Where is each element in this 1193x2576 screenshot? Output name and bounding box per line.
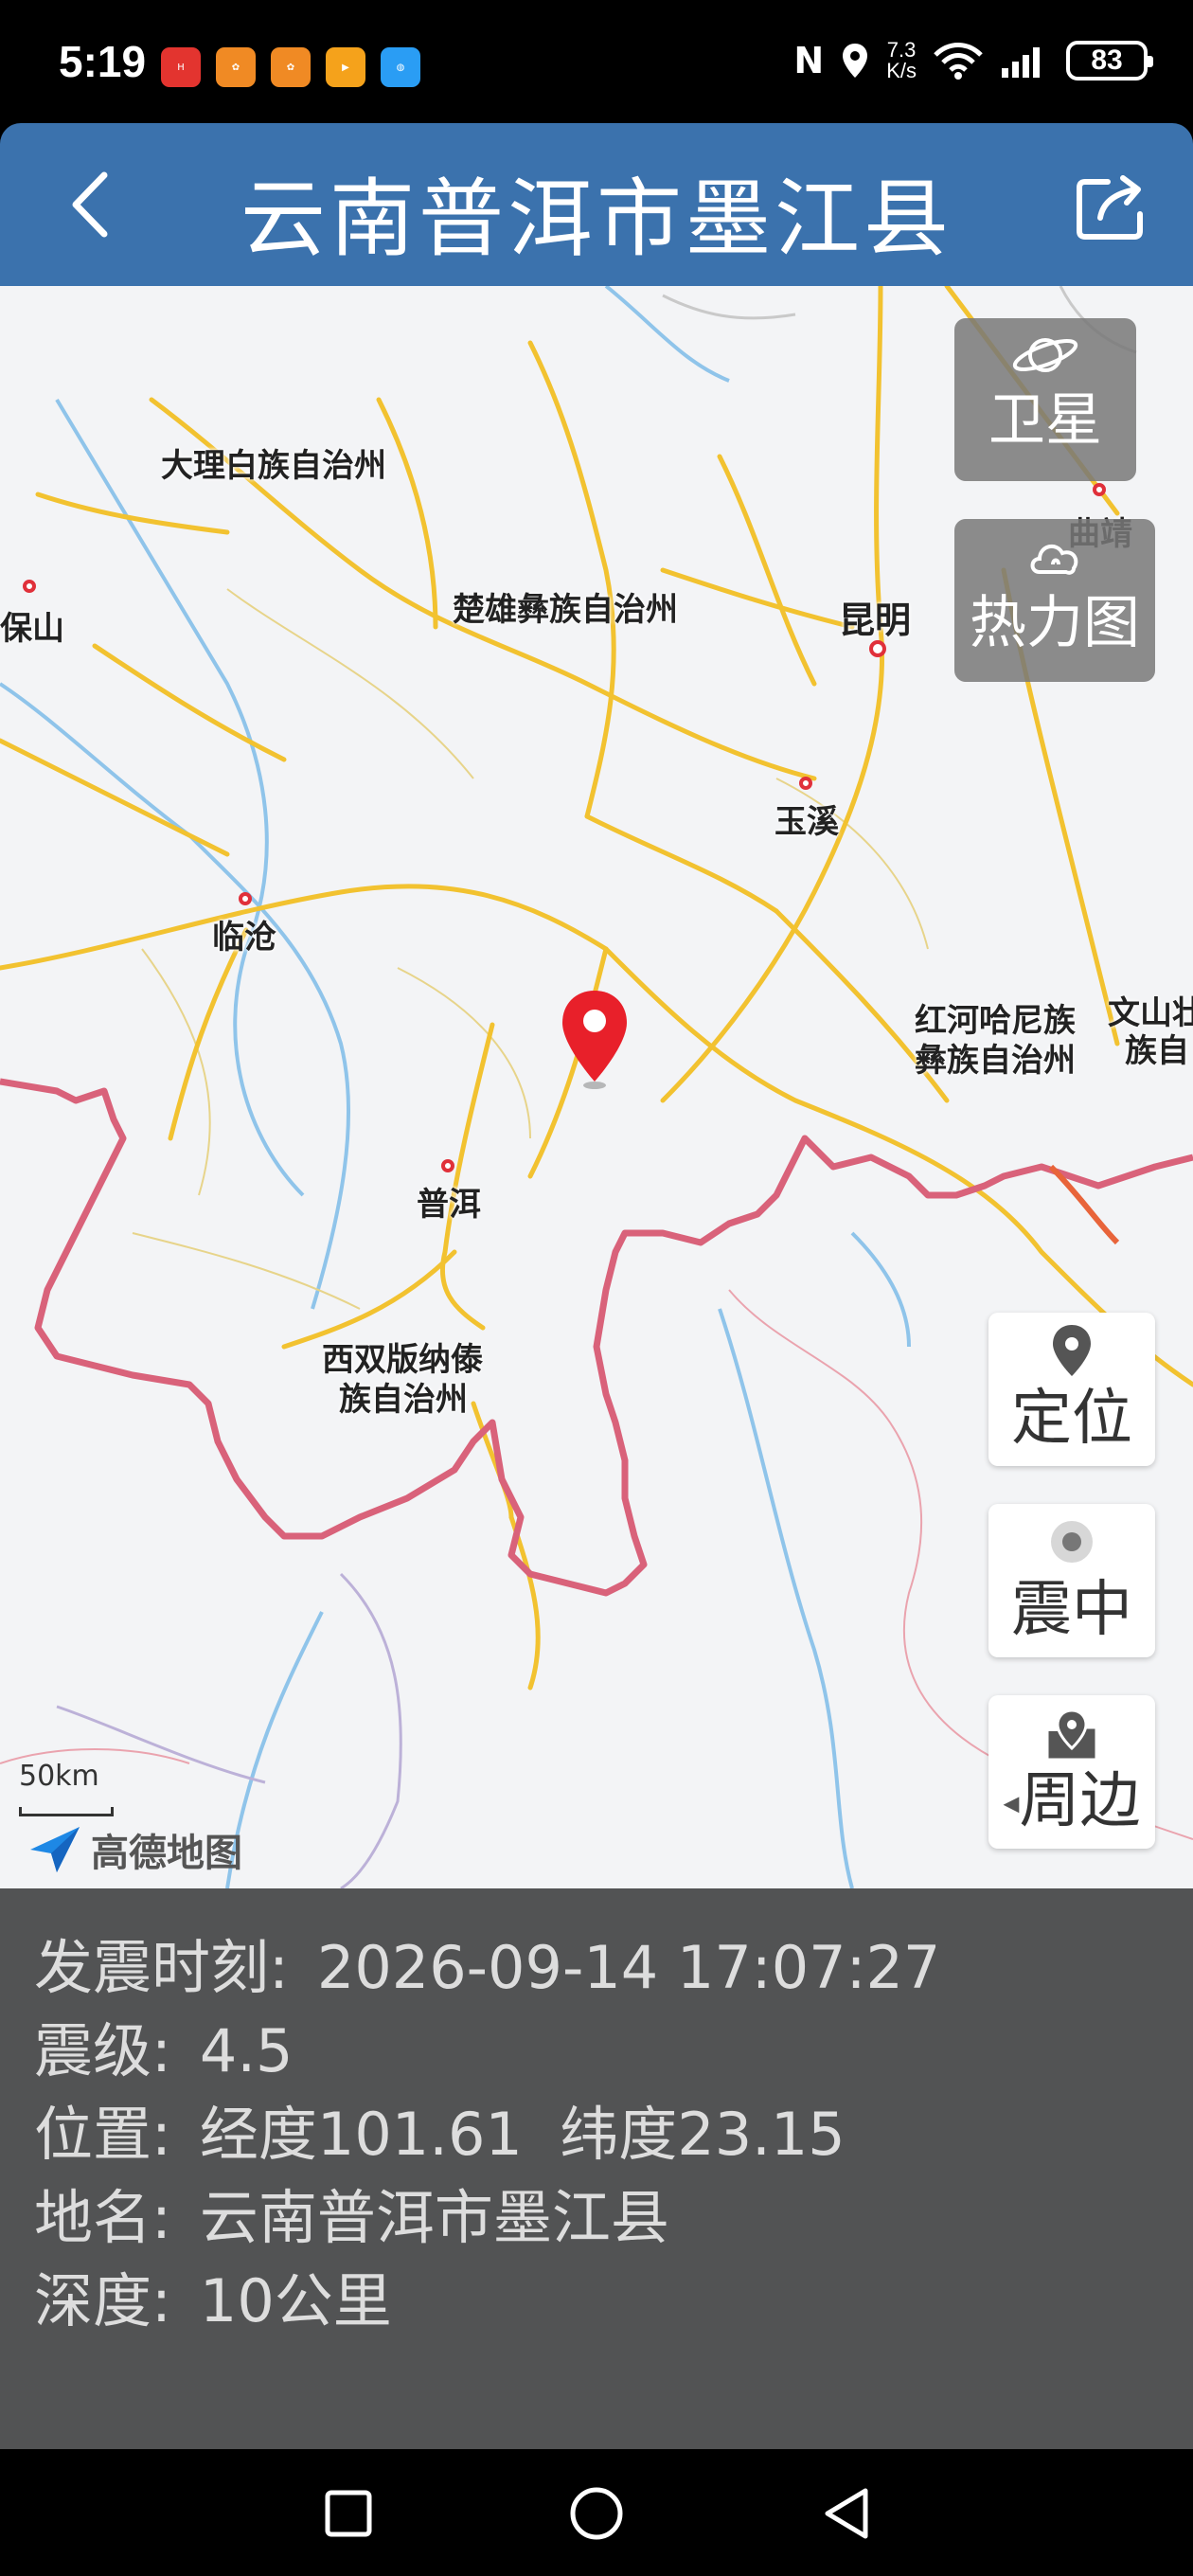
info-label-magnitude: 震级: — [34, 2016, 171, 2085]
info-row-magnitude: 震级: 4.5 — [34, 2010, 1193, 2093]
network-speed-value: 7.3 — [886, 38, 917, 62]
locate-button[interactable]: 定位 — [988, 1313, 1155, 1466]
city-marker-yuxi — [799, 777, 812, 790]
video-app-icon: ▶ — [326, 47, 365, 87]
map-label-honghe-line2: 彝族自治州 — [915, 1042, 1076, 1080]
city-marker-kunming — [869, 640, 886, 657]
home-button[interactable] — [561, 2478, 632, 2549]
info-label-place: 地名: — [34, 2183, 171, 2252]
locate-label: 定位 — [1011, 1384, 1132, 1454]
app-header: 云南普洱市墨江县 — [0, 123, 1193, 286]
epicenter-label: 震中 — [1011, 1575, 1132, 1645]
info-value-position: 经度101.61 纬度23.15 — [199, 2100, 846, 2169]
nearby-label: ◀周边 — [988, 1771, 1155, 1834]
info-value-magnitude: 4.5 — [199, 2016, 294, 2085]
map-label-puer: 普洱 — [417, 1186, 481, 1224]
nearby-label-text: 周边 — [1019, 1766, 1141, 1836]
info-value-time: 2026-09-14 17:07:27 — [316, 1933, 941, 2002]
info-label-time: 发震时刻: — [34, 1933, 289, 2002]
info-row-place: 地名: 云南普洱市墨江县 — [34, 2176, 1193, 2260]
amap-logo-text: 高德地图 — [91, 1832, 242, 1875]
location-pin-icon — [1053, 1325, 1091, 1376]
collapse-arrow-icon: ◀ — [1003, 1792, 1020, 1816]
status-bar: 5:19 H ✿ ✿ ▶ ◍ N 7.3 K/s 83 — [0, 0, 1193, 123]
city-marker-lincang — [239, 892, 252, 905]
earthquake-info-panel: 发震时刻: 2026-09-14 17:07:27 震级: 4.5 位置: 经度… — [0, 1888, 1193, 2449]
satellite-label: 卫星 — [988, 387, 1102, 454]
info-value-depth: 10公里 — [199, 2266, 392, 2335]
square-icon — [325, 2490, 372, 2537]
map-label-dali: 大理白族自治州 — [161, 447, 386, 485]
battery-indicator: 83 — [1066, 41, 1153, 80]
circle-icon — [570, 2487, 623, 2540]
amap-logo: 高德地图 — [27, 1822, 242, 1877]
triangle-back-icon — [825, 2488, 868, 2539]
planet-icon — [1012, 338, 1078, 372]
map-label-lincang: 临沧 — [212, 919, 276, 957]
huawei-app-icon: H — [161, 47, 201, 87]
info-row-depth: 深度: 10公里 — [34, 2260, 1193, 2343]
globe-app-icon: ◍ — [381, 47, 420, 87]
map-scale-bar — [19, 1807, 114, 1816]
map-label-xsbn-line2: 族自治州 — [339, 1381, 468, 1419]
info-label-position: 位置: — [34, 2100, 171, 2169]
share-icon — [1077, 175, 1143, 240]
system-nav-bar — [0, 2449, 1193, 2576]
page-title: 云南普洱市墨江县 — [240, 170, 953, 269]
signal-icon — [1002, 47, 1040, 78]
notification-icons: H ✿ ✿ ▶ ◍ — [161, 47, 420, 87]
map-label-kunming: 昆明 — [839, 599, 912, 641]
heatmap-layer-button[interactable]: 热力图 — [954, 519, 1155, 682]
amap-logo-icon — [30, 1827, 80, 1872]
nearby-pin-icon — [1048, 1708, 1095, 1759]
app-orange-icon: ✿ — [271, 47, 311, 87]
nearby-button[interactable]: ◀周边 — [988, 1695, 1155, 1849]
app-orange-icon: ✿ — [216, 47, 256, 87]
info-value-place: 云南普洱市墨江县 — [199, 2183, 669, 2252]
status-right: N 7.3 K/s 83 — [793, 40, 1153, 81]
map-view[interactable]: 大理白族自治州 楚雄彝族自治州 昆明 曲靖 保山 玉溪 临沧 红河哈尼族 彝族自… — [0, 286, 1193, 1888]
status-time: 5:19 — [59, 37, 147, 86]
epicenter-button[interactable]: 震中 — [988, 1504, 1155, 1657]
city-marker-baoshan — [23, 580, 36, 593]
target-icon — [1051, 1521, 1093, 1563]
wifi-icon — [934, 43, 983, 80]
info-row-position: 位置: 经度101.61 纬度23.15 — [34, 2093, 1193, 2176]
city-marker-puer — [441, 1159, 454, 1172]
recent-apps-button[interactable] — [312, 2478, 384, 2549]
satellite-layer-button[interactable]: 卫星 — [954, 318, 1136, 481]
share-button[interactable] — [1072, 169, 1151, 244]
map-label-wenshan-line2: 族自 — [1125, 1032, 1189, 1070]
map-label-yuxi: 玉溪 — [775, 803, 839, 841]
back-nav-button[interactable] — [810, 2478, 882, 2549]
network-speed: 7.3 K/s — [886, 40, 917, 81]
heatmap-icon — [1030, 544, 1078, 575]
info-label-depth: 深度: — [34, 2266, 171, 2335]
epicenter-marker-icon[interactable] — [559, 987, 631, 1091]
location-icon — [843, 44, 868, 78]
network-speed-unit: K/s — [886, 59, 917, 82]
map-scale-label: 50km — [19, 1760, 99, 1793]
map-label-baoshan: 保山 — [0, 610, 64, 648]
heatmap-label: 热力图 — [970, 590, 1140, 656]
nfc-icon: N — [793, 40, 825, 81]
city-marker-qujing — [1093, 483, 1106, 496]
map-label-chuxiong: 楚雄彝族自治州 — [453, 591, 678, 629]
info-row-time: 发震时刻: 2026-09-14 17:07:27 — [34, 1926, 1193, 2010]
